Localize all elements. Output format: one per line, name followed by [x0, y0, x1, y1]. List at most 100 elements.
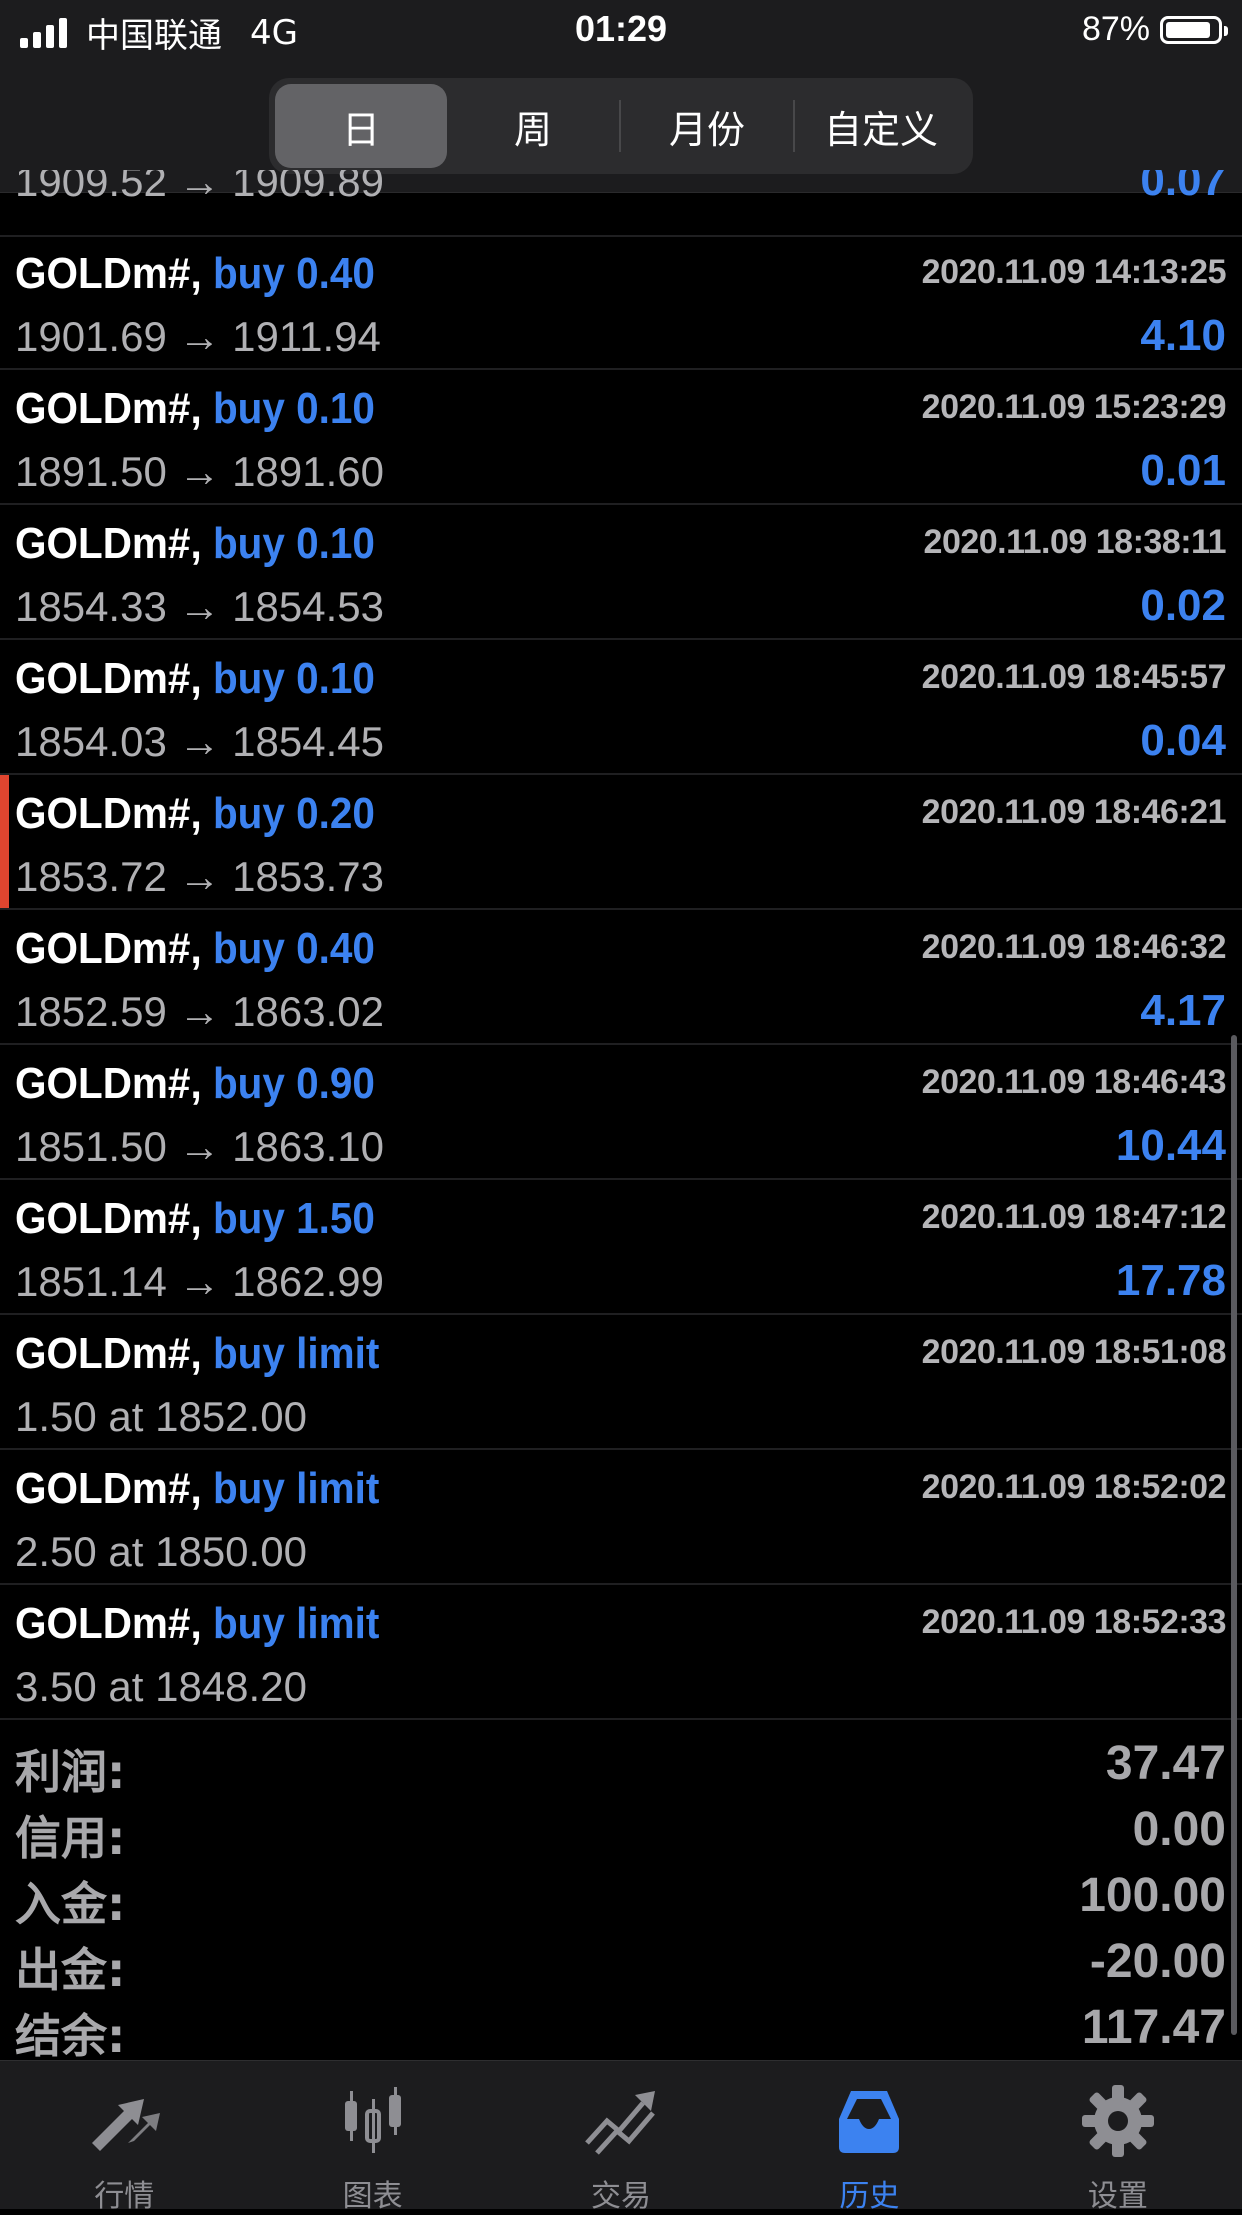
- trade-profit: 0.02: [1140, 581, 1226, 630]
- trade-symbol: GOLDm#, buy 0.40: [15, 249, 375, 299]
- trade-time: 2020.11.09 18:46:43: [921, 1063, 1227, 1101]
- battery-icon: [1160, 15, 1228, 44]
- symbol-name: GOLDm#,: [15, 384, 202, 433]
- trade-symbol: GOLDm#, buy 0.40: [15, 924, 375, 974]
- status-bar: 中国联通 4G 01:29 87%: [0, 0, 1242, 62]
- trade-symbol: GOLDm#, buy 1.50: [15, 1194, 375, 1244]
- trade-row[interactable]: GOLDm#, buy 0.20 2020.11.09 18:46:21 1853.…: [0, 775, 1242, 910]
- trade-prices: 1852.59 → 1863.02: [15, 988, 384, 1035]
- trade-symbol: GOLDm#, buy 0.20: [15, 789, 375, 839]
- trade-prices: 1901.69 → 1911.94: [15, 313, 381, 360]
- symbol-name: GOLDm#,: [15, 924, 202, 973]
- trade-profit: 0.04: [1140, 716, 1226, 765]
- trade-action: buy 0.90: [212, 1059, 375, 1108]
- trade-symbol: GOLDm#, buy 0.10: [15, 654, 375, 704]
- summary-row: 利润: 37.47: [0, 1732, 1242, 1799]
- summary-value: 117.47: [1081, 2001, 1226, 2054]
- trade-action: buy 0.20: [212, 789, 375, 838]
- symbol-name: GOLDm#,: [15, 249, 202, 298]
- tab-label: 交易: [591, 2179, 652, 2214]
- trade-time: 2020.11.09 14:13:25: [921, 253, 1227, 291]
- period-tab-0[interactable]: 日: [275, 84, 447, 168]
- period-tab-2[interactable]: 月份: [621, 84, 793, 168]
- trade-profit: 0.01: [1140, 446, 1226, 495]
- symbol-name: GOLDm#,: [15, 1059, 202, 1108]
- symbol-name: GOLDm#,: [15, 1329, 202, 1378]
- tab-gear[interactable]: 设置: [994, 2061, 1242, 2214]
- trade-prices: 1851.50 → 1863.10: [15, 1123, 384, 1170]
- summary-value: 0.00: [1132, 1803, 1226, 1856]
- trade-prices: 2.50 at 1850.00: [15, 1528, 307, 1575]
- trade-profit: 4.10: [1140, 311, 1226, 360]
- trade-symbol: GOLDm#, buy limit: [15, 1329, 379, 1379]
- symbol-name: GOLDm#,: [15, 654, 202, 703]
- symbol-name: GOLDm#,: [15, 789, 202, 838]
- trade-row[interactable]: GOLDm#, buy limit 2020.11.09 18:52:02 2.50…: [0, 1450, 1242, 1585]
- scrollbar[interactable]: [1231, 1035, 1237, 2035]
- summary-label: 利润:: [15, 1745, 126, 1799]
- selected-marker: [0, 775, 9, 908]
- trade-prices: 3.50 at 1848.20: [15, 1663, 307, 1710]
- trade-symbol: GOLDm#, buy limit: [15, 1599, 379, 1649]
- trade-action: buy 0.40: [212, 924, 375, 973]
- trade-action: buy limit: [212, 1599, 380, 1648]
- trade-time: 2020.11.09 15:23:29: [921, 388, 1227, 426]
- trade-time: 2020.11.09 18:51:08: [921, 1333, 1227, 1371]
- trade-profit: 4.17: [1140, 986, 1226, 1035]
- trade-profit: 10.44: [1115, 1121, 1226, 1170]
- summary-label: 出金:: [15, 1943, 126, 1997]
- period-segmented-control: 日周月份 自定义: [269, 78, 973, 174]
- summary-row: 信用: 0.00: [0, 1798, 1242, 1865]
- trade-prices: 1854.03 → 1854.45: [15, 718, 384, 765]
- symbol-name: GOLDm#,: [15, 1194, 202, 1243]
- trade-row[interactable]: GOLDm#, buy 0.10 2020.11.09 15:23:29 1891.…: [0, 370, 1242, 505]
- trade-prices: 1851.14 → 1862.99: [15, 1258, 384, 1305]
- trade-row[interactable]: GOLDm#, buy 0.10 2020.11.09 18:38:11 1854.…: [0, 505, 1242, 640]
- partial-trade-row[interactable]: 1909.52 → 1909.89 0.07: [0, 170, 1242, 237]
- symbol-name: GOLDm#,: [15, 1599, 202, 1648]
- trade-action: buy 0.40: [212, 249, 375, 298]
- trade-row[interactable]: GOLDm#, buy 0.10 2020.11.09 18:45:57 1854.…: [0, 640, 1242, 775]
- trade-time: 2020.11.09 18:52:33: [921, 1603, 1227, 1641]
- trade-time: 2020.11.09 18:46:32: [921, 928, 1227, 966]
- trade-action: buy 0.10: [212, 519, 375, 568]
- tab-quotes-arrows[interactable]: 行情: [0, 2061, 248, 2214]
- tab-candlestick-chart[interactable]: 图表: [248, 2061, 496, 2214]
- trade-prices: 1909.52 → 1909.89: [15, 170, 384, 205]
- trade-row[interactable]: GOLDm#, buy 0.90 2020.11.09 18:46:43 1851.…: [0, 1045, 1242, 1180]
- summary-value: 37.47: [1105, 1737, 1226, 1790]
- tab-label: 行情: [94, 2179, 155, 2214]
- symbol-name: GOLDm#,: [15, 1464, 202, 1513]
- trade-time: 2020.11.09 18:45:57: [921, 658, 1227, 696]
- tab-label: 历史: [839, 2179, 900, 2214]
- tab-trade-trend[interactable]: 交易: [497, 2061, 745, 2214]
- trade-symbol: GOLDm#, buy 0.10: [15, 519, 375, 569]
- period-tab-1[interactable]: 周: [447, 84, 619, 168]
- trade-time: 2020.11.09 18:47:12: [921, 1198, 1227, 1236]
- battery-fill: [1166, 21, 1210, 38]
- bottom-tab-bar: 行情 图表 交易 历史 设置: [0, 2060, 1242, 2214]
- trade-row[interactable]: GOLDm#, buy 0.40 2020.11.09 14:13:25 1901.…: [0, 235, 1242, 370]
- summary-value: 100.00: [1079, 1869, 1226, 1922]
- symbol-name: GOLDm#,: [15, 519, 202, 568]
- trade-action: buy 0.10: [212, 654, 375, 703]
- trade-symbol: GOLDm#, buy 0.10: [15, 384, 375, 434]
- tab-history-inbox[interactable]: 历史: [745, 2061, 993, 2214]
- trade-time: 2020.11.09 18:38:11: [923, 523, 1227, 561]
- clock: 01:29: [574, 8, 668, 49]
- trade-row[interactable]: GOLDm#, buy 0.40 2020.11.09 18:46:32 1852.…: [0, 910, 1242, 1045]
- trade-action: buy limit: [212, 1464, 380, 1513]
- trade-row[interactable]: GOLDm#, buy limit 2020.11.09 18:51:08 1.50…: [0, 1315, 1242, 1450]
- summary-row: 结余: 117.47: [0, 1996, 1242, 2063]
- trade-time: 2020.11.09 18:52:02: [921, 1468, 1227, 1506]
- summary-label: 结余:: [15, 2009, 126, 2063]
- tab-label: 图表: [342, 2179, 403, 2214]
- summary-row: 入金: 100.00: [0, 1864, 1242, 1931]
- trade-action: buy 1.50: [212, 1194, 375, 1243]
- trade-row[interactable]: GOLDm#, buy 1.50 2020.11.09 18:47:12 1851.…: [0, 1180, 1242, 1315]
- trade-symbol: GOLDm#, buy 0.90: [15, 1059, 375, 1109]
- trade-row[interactable]: GOLDm#, buy limit 2020.11.09 18:52:33 3.50…: [0, 1585, 1242, 1720]
- summary-value: -20.00: [1089, 1935, 1226, 1988]
- trade-profit: 17.78: [1115, 1256, 1226, 1305]
- period-tab-3[interactable]: 自定义: [795, 84, 967, 168]
